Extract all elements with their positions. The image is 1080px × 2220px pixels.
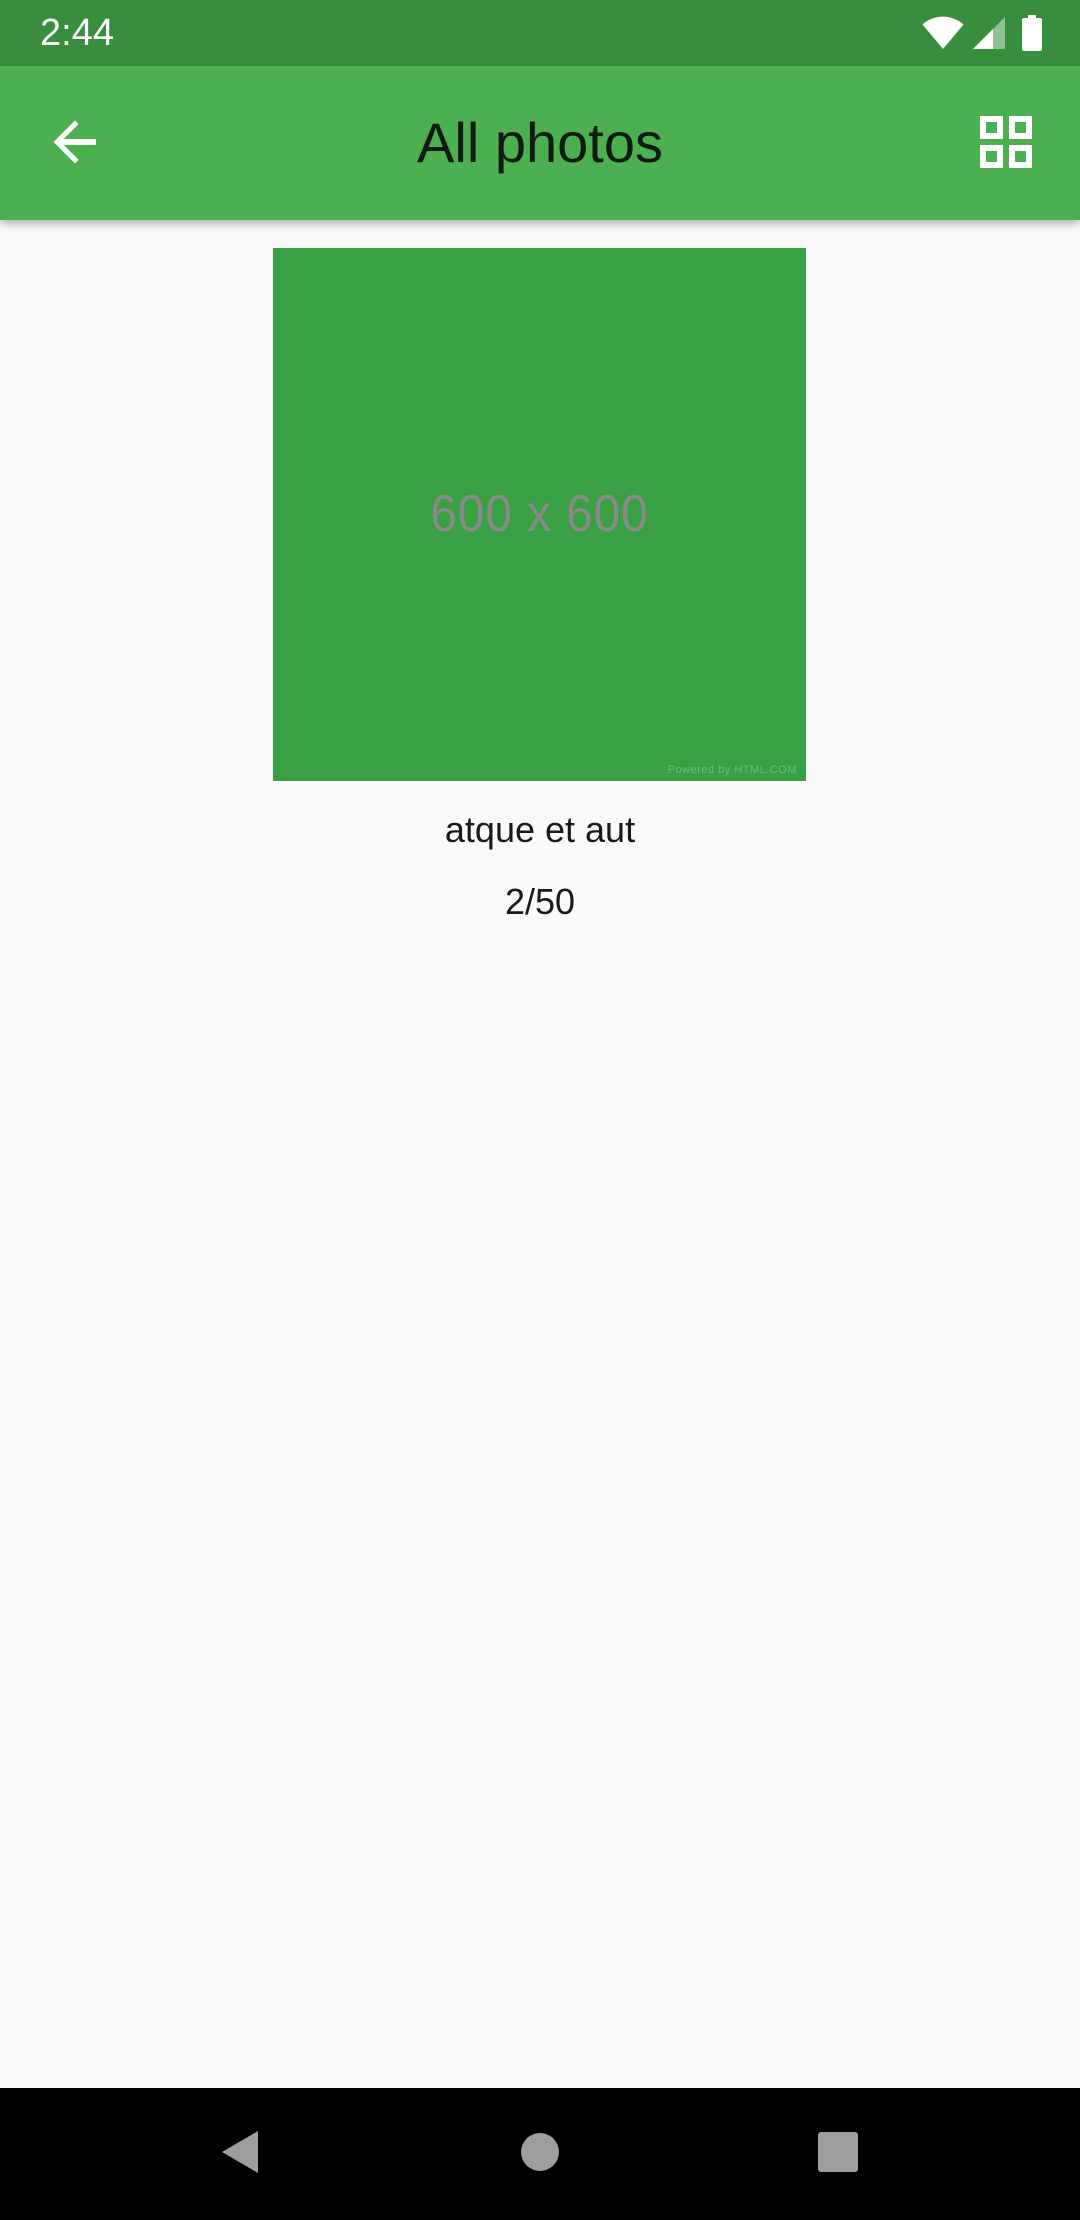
page-title: All photos bbox=[417, 111, 663, 174]
status-icons bbox=[922, 14, 1042, 52]
photo-watermark: Powered by HTML.COM bbox=[667, 764, 797, 776]
app-bar: All photos bbox=[0, 66, 1080, 220]
nav-recents-button[interactable] bbox=[798, 2114, 878, 2194]
photo-image[interactable]: 600 x 600 Powered by HTML.COM bbox=[273, 248, 806, 781]
wifi-icon bbox=[922, 16, 964, 50]
battery-icon bbox=[1022, 15, 1042, 51]
status-bar: 2:44 bbox=[0, 0, 1080, 66]
grid-view-button[interactable] bbox=[962, 100, 1050, 188]
nav-back-button[interactable] bbox=[200, 2114, 280, 2194]
cell-signal-icon bbox=[972, 16, 1006, 50]
status-time: 2:44 bbox=[40, 12, 114, 54]
nav-recents-icon bbox=[817, 2131, 859, 2178]
photo-detail: 600 x 600 Powered by HTML.COM atque et a… bbox=[0, 220, 1080, 2088]
navigation-bar bbox=[0, 2088, 1080, 2220]
nav-home-icon bbox=[520, 2132, 560, 2177]
nav-back-icon bbox=[220, 2129, 260, 2180]
arrow-back-icon bbox=[52, 118, 100, 171]
photo-counter: 2/50 bbox=[504, 881, 576, 922]
back-button[interactable] bbox=[32, 100, 120, 188]
grid-view-icon bbox=[980, 115, 1032, 173]
nav-home-button[interactable] bbox=[500, 2114, 580, 2194]
screen: 2:44 All photos 600 x 600 Powered by HTM… bbox=[0, 0, 1080, 2220]
photo-placeholder-text: 600 x 600 bbox=[430, 485, 649, 543]
photo-title: atque et aut bbox=[444, 809, 636, 850]
